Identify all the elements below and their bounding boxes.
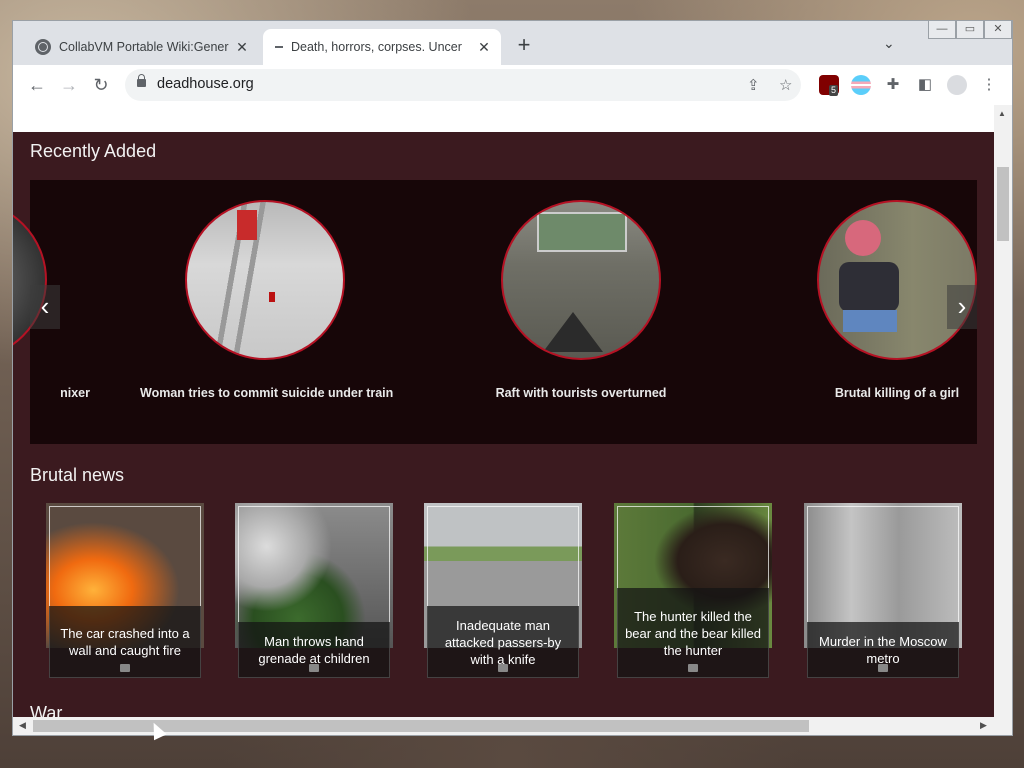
brutal-news-heading: Brutal news <box>30 465 125 485</box>
recently-added-heading: Recently Added <box>30 141 157 161</box>
carousel-caption[interactable]: Brutal killing of a girl <box>772 386 994 400</box>
page-viewport: Recently Added nixer Woman tries to comm… <box>13 105 994 717</box>
globe-icon <box>35 39 51 55</box>
address-bar[interactable]: deadhouse.org ⇪ ☆ <box>125 69 801 101</box>
browser-toolbar: ← → ↻ deadhouse.org ⇪ ☆ 5 ✚ ◧ ⋮ <box>13 65 1012 105</box>
person-shape <box>269 292 275 302</box>
video-icon <box>309 664 319 672</box>
side-panel-icon[interactable]: ◧ <box>915 75 935 95</box>
flag-extension-icon[interactable] <box>851 75 871 95</box>
new-tab-button[interactable]: + <box>513 34 535 57</box>
menu-kebab-icon[interactable]: ⋮ <box>979 75 999 95</box>
extensions-puzzle-icon[interactable]: ✚ <box>883 75 903 95</box>
carousel-caption[interactable]: nixer <box>13 386 92 400</box>
carousel-thumbnail[interactable] <box>185 200 345 360</box>
close-tab-icon[interactable]: ✕ <box>473 39 495 56</box>
news-card[interactable]: Man throws hand grenade at children <box>235 503 393 678</box>
lock-icon[interactable] <box>137 74 146 87</box>
minimize-button[interactable]: — <box>928 21 956 39</box>
carousel-thumbnail[interactable] <box>501 200 661 360</box>
boat-shape <box>543 312 603 352</box>
close-tab-icon[interactable]: ✕ <box>231 39 253 56</box>
raft-shape <box>537 212 627 252</box>
body-shape <box>839 262 899 312</box>
ublock-origin-icon[interactable]: 5 <box>819 75 839 96</box>
maximize-button[interactable]: ▭ <box>956 21 984 39</box>
reload-button[interactable]: ↻ <box>89 73 113 97</box>
train-shape <box>237 210 257 240</box>
tab-collabvm-wiki[interactable]: CollabVM Portable Wiki:Gener ✕ <box>23 29 259 65</box>
tab-deadhouse[interactable]: Death, horrors, corpses. Uncer ✕ <box>263 29 501 65</box>
ublock-badge: 5 <box>829 85 839 96</box>
scroll-up-arrow[interactable]: ▲ <box>998 109 1006 118</box>
vertical-scrollbar[interactable]: ▲ <box>994 105 1012 717</box>
tab-title: Death, horrors, corpses. Uncer <box>291 40 462 54</box>
scroll-left-arrow[interactable]: ◀ <box>19 720 26 731</box>
carousel-item[interactable]: Raft with tourists overturned <box>456 200 706 400</box>
tab-strip: CollabVM Portable Wiki:Gener ✕ Death, ho… <box>13 21 1012 65</box>
news-card[interactable]: Murder in the Moscow metro <box>804 503 962 678</box>
carousel-next-button[interactable]: › <box>947 285 977 329</box>
carousel-prev-button[interactable]: ‹ <box>30 285 60 329</box>
browser-window: CollabVM Portable Wiki:Gener ✕ Death, ho… <box>12 20 1013 736</box>
video-icon <box>878 664 888 672</box>
share-icon[interactable]: ⇪ <box>747 76 760 94</box>
tab-title: CollabVM Portable Wiki:Gener <box>59 40 229 54</box>
tab-search-button[interactable]: ⌄ <box>883 35 895 52</box>
page-top-strip <box>13 105 994 132</box>
carousel-thumbnail[interactable] <box>13 200 47 360</box>
news-card[interactable]: The hunter killed the bear and the bear … <box>614 503 772 678</box>
carousel-thumbnail[interactable] <box>817 200 977 360</box>
war-heading: War <box>30 703 63 717</box>
profile-avatar[interactable] <box>947 75 967 95</box>
head-shape <box>845 220 881 256</box>
carousel-item[interactable]: Woman tries to commit suicide under trai… <box>140 200 393 400</box>
carousel-caption[interactable]: Woman tries to commit suicide under trai… <box>140 386 393 400</box>
news-card[interactable]: The car crashed into a wall and caught f… <box>46 503 204 678</box>
loading-icon <box>275 46 283 48</box>
video-icon <box>688 664 698 672</box>
back-button[interactable]: ← <box>25 73 49 97</box>
video-icon <box>498 664 508 672</box>
vertical-scroll-thumb[interactable] <box>997 167 1009 241</box>
carousel-caption[interactable]: Raft with tourists overturned <box>456 386 706 400</box>
window-controls: — ▭ ✕ <box>928 21 1012 39</box>
close-window-button[interactable]: ✕ <box>984 21 1012 39</box>
url-text[interactable]: deadhouse.org <box>157 76 254 92</box>
bookmark-star-icon[interactable]: ☆ <box>779 76 792 94</box>
brutal-news-grid: The car crashed into a wall and caught f… <box>46 503 994 678</box>
scroll-right-arrow[interactable]: ▶ <box>980 720 987 731</box>
video-icon <box>120 664 130 672</box>
shorts-shape <box>843 310 897 332</box>
recently-added-carousel: nixer Woman tries to commit suicide unde… <box>13 180 977 444</box>
news-card[interactable]: Inadequate man attacked passers-by with … <box>424 503 582 678</box>
forward-button[interactable]: → <box>57 73 81 97</box>
